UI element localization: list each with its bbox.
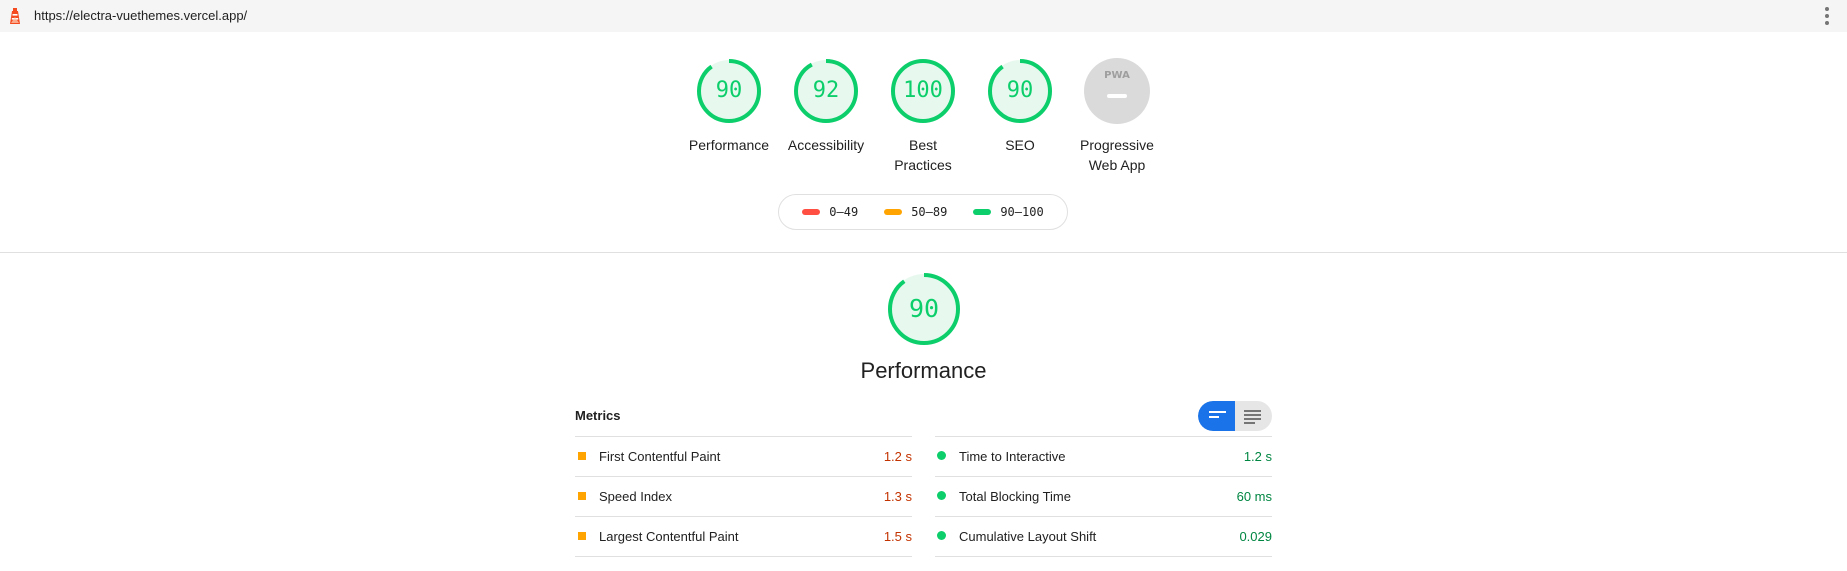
- pass-circle-icon: [937, 531, 946, 540]
- gauge-label: Best Practices: [894, 137, 952, 173]
- legend-item-average: 50–89: [884, 205, 947, 219]
- average-square-icon: [578, 492, 586, 500]
- performance-title: Performance: [860, 358, 987, 383]
- metric-row: Largest Contentful Paint 1.5 s: [575, 516, 912, 557]
- lighthouse-icon: [10, 8, 20, 24]
- metric-value: 1.2 s: [1243, 449, 1272, 464]
- metric-row: Time to Interactive 1.2 s: [935, 436, 1272, 476]
- metric-value: 1.2 s: [883, 449, 912, 464]
- pwa-badge-icon: [1084, 58, 1150, 124]
- metric-name: First Contentful Paint: [599, 449, 721, 464]
- gauge-pwa[interactable]: PWA Progressive Web App: [1062, 58, 1172, 175]
- pwa-badge-text: PWA: [1104, 70, 1130, 81]
- expanded-view-button[interactable]: [1235, 401, 1272, 431]
- gauge-score: 90: [1006, 78, 1034, 103]
- metric-value: 60 ms: [1236, 489, 1272, 504]
- metric-name: Total Blocking Time: [959, 489, 1071, 504]
- gauge-label: Accessibility: [787, 137, 865, 153]
- average-square-icon: [578, 532, 586, 540]
- metric-row: Cumulative Layout Shift 0.029: [935, 516, 1272, 557]
- gauge-label: Performance: [688, 137, 770, 153]
- legend-item-fail: 0–49: [802, 205, 858, 219]
- metric-row: Total Blocking Time 60 ms: [935, 476, 1272, 516]
- metrics-column-left: First Contentful Paint 1.2 s Speed Index…: [575, 436, 912, 557]
- metrics-heading: Metrics: [575, 408, 621, 423]
- metric-row: Speed Index 1.3 s: [575, 476, 912, 516]
- performance-score: 90: [908, 294, 940, 323]
- legend-label: 50–89: [911, 205, 948, 219]
- metric-value: 0.029: [1239, 529, 1272, 544]
- compact-view-button[interactable]: [1198, 401, 1235, 431]
- legend-label: 90–100: [1000, 205, 1044, 219]
- metric-name: Time to Interactive: [959, 449, 1066, 464]
- gauge-label: Progressive Web App: [1080, 137, 1154, 173]
- top-bar: https://electra-vuethemes.vercel.app/: [0, 0, 1847, 32]
- metric-row: First Contentful Paint 1.2 s: [575, 436, 912, 476]
- gauge-accessibility[interactable]: 92 Accessibility: [771, 58, 881, 155]
- report-url-link[interactable]: https://electra-vuethemes.vercel.app/: [34, 8, 247, 23]
- legend-swatch: [802, 209, 821, 215]
- legend-label: 0–49: [829, 205, 859, 219]
- average-square-icon: [578, 452, 586, 460]
- short-lines-icon: [1209, 410, 1226, 422]
- metrics-column-right: Time to Interactive 1.2 s Total Blocking…: [935, 436, 1272, 557]
- score-gauges: 90 Performance 92 Accessibility 100 Best…: [0, 58, 1847, 178]
- more-vert-icon[interactable]: [1824, 7, 1830, 25]
- legend-swatch: [973, 209, 992, 215]
- performance-gauge: 90: [887, 272, 961, 346]
- metric-name: Speed Index: [599, 489, 673, 504]
- score-scale-legend: 0–49 50–89 90–100: [778, 194, 1068, 230]
- gauge-best-practices[interactable]: 100 Best Practices: [868, 58, 978, 175]
- metric-name: Cumulative Layout Shift: [959, 529, 1097, 544]
- gauge-score: 90: [715, 78, 743, 103]
- legend-item-pass: 90–100: [973, 205, 1044, 219]
- metric-name: Largest Contentful Paint: [599, 529, 739, 544]
- gauge-score: 100: [903, 78, 943, 103]
- gauge-seo[interactable]: 90 SEO: [965, 58, 1075, 155]
- section-divider: [0, 252, 1847, 253]
- metric-value: 1.3 s: [883, 489, 912, 504]
- gauge-label: SEO: [1005, 137, 1035, 153]
- long-lines-icon: [1244, 410, 1261, 424]
- pass-circle-icon: [937, 451, 946, 460]
- legend-swatch: [884, 209, 903, 215]
- metrics-view-toggle[interactable]: [1198, 401, 1272, 431]
- gauge-score: 92: [812, 78, 840, 103]
- gauge-performance[interactable]: 90 Performance: [674, 58, 784, 155]
- pass-circle-icon: [937, 491, 946, 500]
- metric-value: 1.5 s: [883, 529, 912, 544]
